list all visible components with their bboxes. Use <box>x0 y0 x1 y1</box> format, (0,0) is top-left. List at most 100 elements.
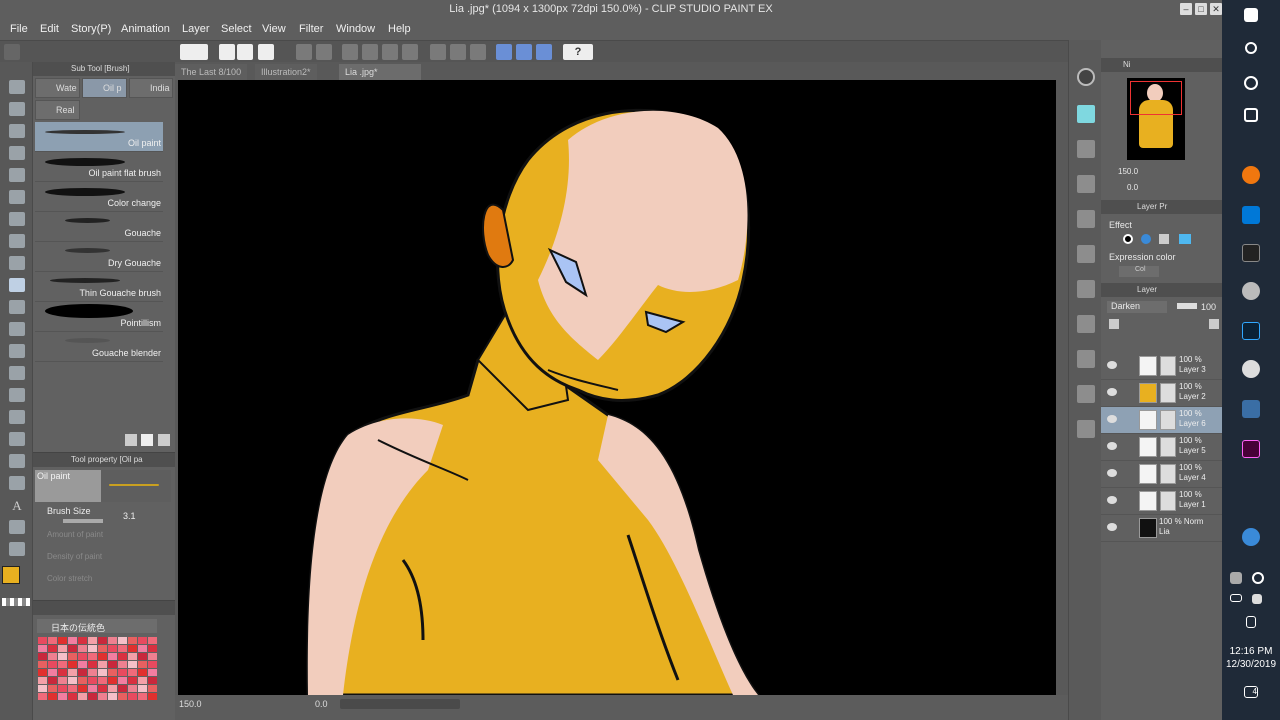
close-button[interactable]: ✕ <box>1210 3 1222 15</box>
layer-row[interactable]: 100 % Layer 2 <box>1101 380 1222 407</box>
color-swatch[interactable] <box>108 677 117 684</box>
color-swatch[interactable] <box>128 685 137 692</box>
canvas-scrollbar[interactable] <box>340 699 460 709</box>
opacity-slider[interactable] <box>1177 303 1197 309</box>
expression-color-select[interactable]: Col <box>1119 266 1159 277</box>
eye-icon[interactable] <box>1107 496 1117 504</box>
pen-icon[interactable] <box>1246 616 1256 628</box>
history-icon[interactable] <box>1077 245 1095 263</box>
expression-color-icon[interactable] <box>1179 234 1191 244</box>
correct-line-tool-icon[interactable] <box>9 542 25 556</box>
create-subtool-icon[interactable] <box>141 434 153 446</box>
layer-search-icon[interactable] <box>1077 315 1095 333</box>
tab-oil-paint[interactable]: Oil p <box>82 78 127 98</box>
color-swatch[interactable] <box>68 685 77 692</box>
brush-size-value[interactable]: 3.1 <box>123 511 136 521</box>
color-swatch[interactable] <box>108 693 117 700</box>
color-swatch[interactable] <box>48 669 57 676</box>
color-swatches[interactable] <box>38 637 160 701</box>
color-swatch[interactable] <box>128 677 137 684</box>
menu-filter[interactable]: Filter <box>299 23 323 35</box>
scale-icon[interactable] <box>402 44 418 60</box>
color-swatch[interactable] <box>68 669 77 676</box>
menu-animation[interactable]: Animation <box>121 23 170 35</box>
photoshop-icon[interactable] <box>1242 322 1260 340</box>
doc-tab-the-last[interactable]: The Last 8/100 <box>175 64 248 80</box>
navigator-preview[interactable] <box>1127 78 1185 160</box>
color-swatch[interactable] <box>38 645 47 652</box>
select-all-icon[interactable] <box>450 44 466 60</box>
auto-action-icon[interactable] <box>1077 280 1095 298</box>
eye-icon[interactable] <box>1107 523 1117 531</box>
color-swatch[interactable] <box>88 669 97 676</box>
material-icon[interactable] <box>1077 105 1095 123</box>
color-swatch[interactable] <box>88 693 97 700</box>
color-swatch[interactable] <box>118 645 127 652</box>
color-swatch[interactable] <box>108 645 117 652</box>
color-swatch[interactable] <box>38 693 47 700</box>
brush-gouache-blender[interactable]: Gouache blender <box>35 332 163 362</box>
notifications-icon[interactable]: 4 <box>1244 686 1258 698</box>
color-swatch[interactable] <box>118 669 127 676</box>
eraser-tool-icon[interactable] <box>9 344 25 358</box>
color-swatch[interactable] <box>58 653 67 660</box>
layer-color-icon[interactable] <box>1159 234 1169 244</box>
maximize-button[interactable]: □ <box>1195 3 1207 15</box>
balloon-tool-icon[interactable] <box>9 520 25 534</box>
navigator-angle[interactable]: 0.0 <box>1127 183 1138 192</box>
save-icon[interactable] <box>258 44 274 60</box>
color-swatch[interactable] <box>58 677 67 684</box>
color-swatch[interactable] <box>48 677 57 684</box>
color-swatch[interactable] <box>98 645 107 652</box>
color-swatch[interactable] <box>148 685 157 692</box>
drawing-canvas[interactable] <box>178 80 1056 695</box>
menu-file[interactable]: File <box>10 23 28 35</box>
color-swatch[interactable] <box>138 637 147 644</box>
tab-real-pencil[interactable]: Real <box>35 100 80 120</box>
tab-watercolor[interactable]: Wate <box>35 78 80 98</box>
airbrush-tool-icon[interactable] <box>9 322 25 336</box>
snap-to-special-ruler-icon[interactable] <box>516 44 532 60</box>
color-swatch[interactable] <box>148 645 157 652</box>
color-set-select[interactable]: 日本の伝統色 <box>37 619 157 633</box>
color-swatch[interactable] <box>78 685 87 692</box>
color-swatch[interactable] <box>138 693 147 700</box>
color-swatch[interactable] <box>88 653 97 660</box>
color-swatch[interactable] <box>138 653 147 660</box>
color-swatch[interactable] <box>98 693 107 700</box>
snap-to-grid-icon[interactable] <box>536 44 552 60</box>
color-swatch[interactable] <box>98 677 107 684</box>
menu-view[interactable]: View <box>262 23 286 35</box>
color-swatch[interactable] <box>48 661 57 668</box>
invert-selection-icon[interactable] <box>470 44 486 60</box>
color-swatch[interactable] <box>138 677 147 684</box>
color-swatch[interactable] <box>128 693 137 700</box>
brush-tool-icon[interactable] <box>9 278 25 292</box>
color-swatch[interactable] <box>48 645 57 652</box>
color-swatch[interactable] <box>68 637 77 644</box>
color-swatch[interactable] <box>58 661 67 668</box>
color-swatch[interactable] <box>58 669 67 676</box>
zoom-tool-icon[interactable] <box>9 80 25 94</box>
redo-icon[interactable] <box>316 44 332 60</box>
clip-studio-icon[interactable] <box>1242 282 1260 300</box>
menu-select[interactable]: Select <box>221 23 252 35</box>
navigator-icon[interactable] <box>1077 140 1095 158</box>
color-swatch[interactable] <box>128 645 137 652</box>
color-swatch[interactable] <box>98 661 107 668</box>
globe-icon[interactable] <box>1252 572 1264 584</box>
color-swatch[interactable] <box>148 653 157 660</box>
color-swatch[interactable] <box>88 645 97 652</box>
delete-subtool-icon[interactable] <box>158 434 170 446</box>
search-icon[interactable] <box>1077 68 1095 86</box>
color-swatch[interactable] <box>58 637 67 644</box>
navigator-tab[interactable]: Ni <box>1123 60 1131 69</box>
hand-tool-icon[interactable] <box>9 102 25 116</box>
snap-to-ruler-icon[interactable] <box>496 44 512 60</box>
store-icon[interactable] <box>1242 206 1260 224</box>
menu-story[interactable]: Story(P) <box>71 23 111 35</box>
brush-color-change[interactable]: Color change <box>35 182 163 212</box>
color-swatch[interactable] <box>98 669 107 676</box>
eye-icon[interactable] <box>1107 388 1117 396</box>
color-swatch[interactable] <box>68 653 77 660</box>
